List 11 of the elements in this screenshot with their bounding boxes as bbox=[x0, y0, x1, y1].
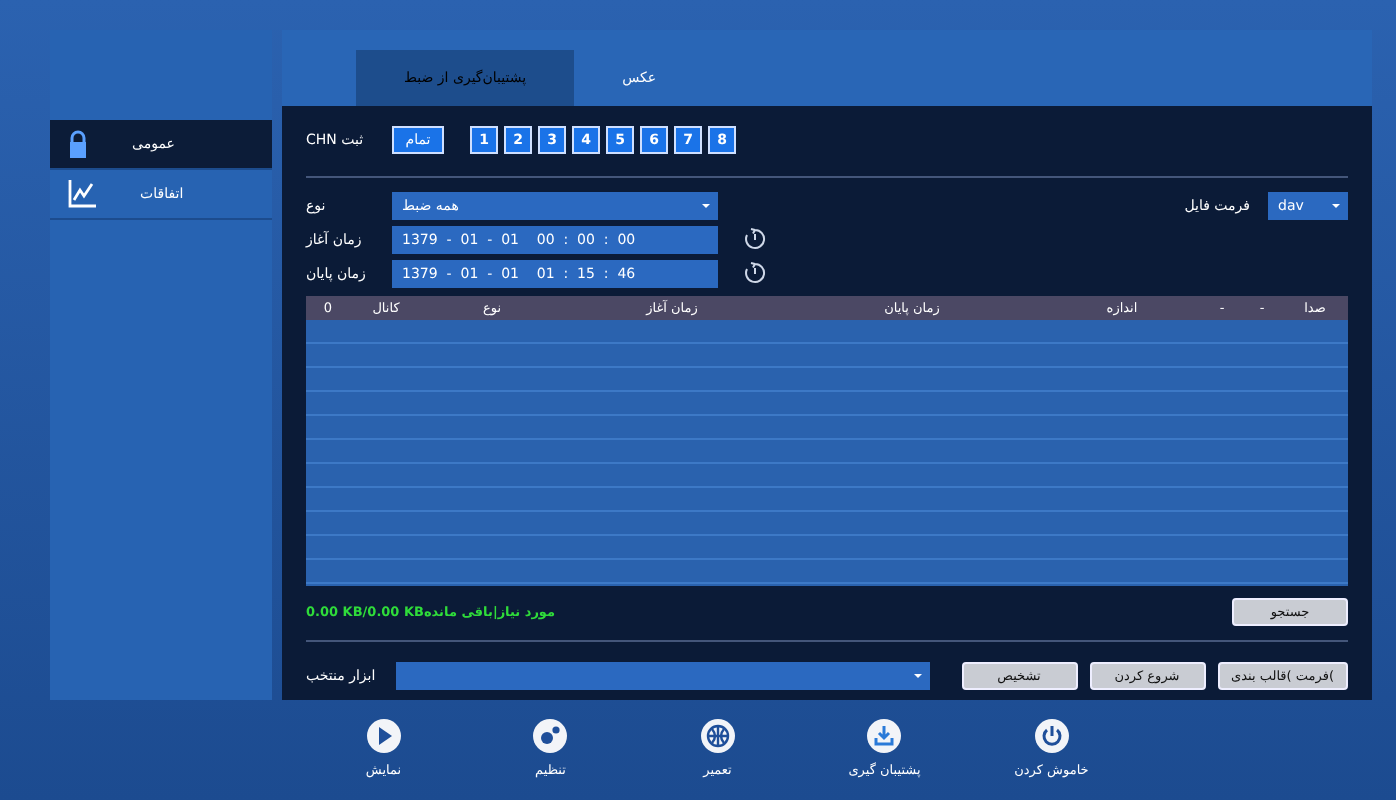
caret-icon bbox=[702, 203, 710, 207]
download-icon bbox=[866, 718, 903, 754]
power-icon bbox=[1033, 718, 1070, 754]
play-icon bbox=[365, 718, 402, 754]
reset-icon[interactable] bbox=[744, 262, 766, 284]
globe-icon bbox=[699, 718, 736, 754]
caret-icon bbox=[1332, 203, 1340, 207]
lock-icon bbox=[68, 130, 88, 158]
reset-icon[interactable] bbox=[744, 228, 766, 250]
caret-icon bbox=[913, 674, 921, 678]
chart-icon bbox=[68, 180, 96, 208]
